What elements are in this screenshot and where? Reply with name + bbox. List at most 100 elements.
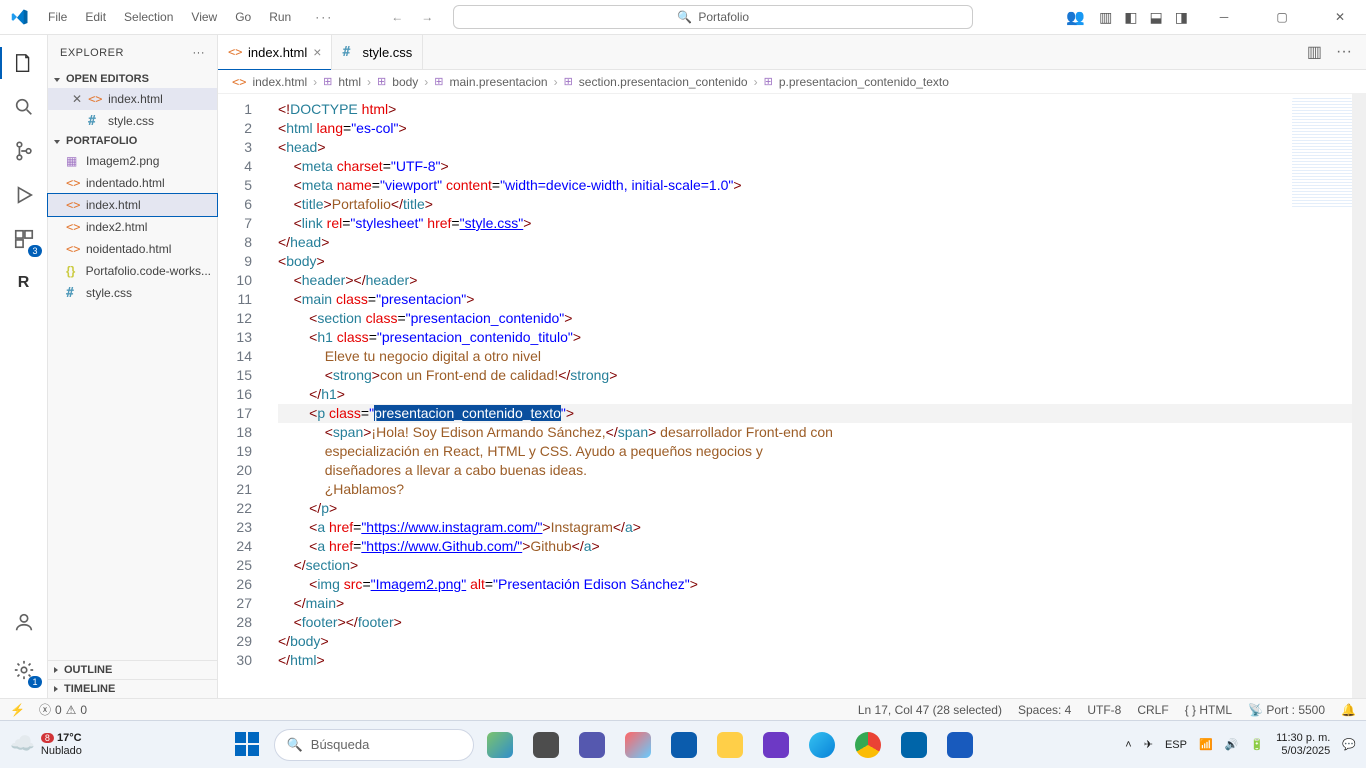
breadcrumb[interactable]: <>index.html ›⊞html ›⊞body ›⊞main.presen… — [218, 70, 1366, 94]
menu-run[interactable]: Run — [261, 6, 299, 28]
activity-r-icon[interactable]: R — [0, 261, 48, 305]
minimap[interactable] — [1292, 98, 1352, 208]
layout-sidebar-right-icon[interactable]: ◨ — [1175, 9, 1188, 26]
scrollbar-vertical[interactable] — [1352, 94, 1366, 698]
html-file-icon: <> — [88, 92, 102, 106]
activity-settings-icon[interactable]: 1 — [0, 648, 48, 692]
menu-selection[interactable]: Selection — [116, 6, 181, 28]
html-file-icon: <> — [66, 176, 80, 190]
nav-back-icon[interactable]: ← — [391, 10, 403, 24]
window-close-icon[interactable]: ✕ — [1318, 0, 1362, 35]
timeline-header[interactable]: TIMELINE — [48, 679, 217, 698]
activity-extensions-icon[interactable]: 3 — [0, 217, 48, 261]
taskbar-word[interactable] — [940, 725, 980, 765]
close-icon[interactable]: ✕ — [72, 92, 82, 106]
bc-body[interactable]: body — [392, 75, 418, 89]
tray-language[interactable]: ESP — [1165, 739, 1187, 751]
taskbar-edge[interactable] — [802, 725, 842, 765]
code-content[interactable]: <!DOCTYPE html><html lang="es-col"><head… — [268, 94, 1366, 698]
bc-section[interactable]: section.presentacion_contenido — [579, 75, 748, 89]
taskbar-search[interactable]: 🔍Búsqueda — [274, 729, 474, 761]
tray-location-icon[interactable]: ✈ — [1144, 738, 1153, 751]
bc-html[interactable]: html — [338, 75, 361, 89]
file-workspace[interactable]: {}Portafolio.code-works... — [48, 260, 217, 282]
taskbar-weather[interactable]: ☁️ 8 17°CNublado — [10, 732, 82, 758]
tag-icon: ⊞ — [434, 75, 443, 88]
remote-icon[interactable]: ⚡ — [10, 703, 25, 717]
file-stylecss[interactable]: #style.css — [48, 282, 217, 304]
tray-overflow-icon[interactable]: ˄ — [1125, 739, 1131, 751]
tray-notifications-icon[interactable]: 💬 — [1342, 738, 1356, 751]
open-editor-style[interactable]: #style.css — [48, 110, 217, 132]
taskbar-fileexplorer[interactable] — [710, 725, 750, 765]
cursor-position[interactable]: Ln 17, Col 47 (28 selected) — [858, 703, 1002, 717]
nav-fwd-icon[interactable]: → — [421, 10, 433, 24]
menu-bar: File Edit Selection View Go Run ··· — [40, 6, 341, 28]
menu-view[interactable]: View — [183, 6, 225, 28]
language-mode[interactable]: { } HTML — [1185, 703, 1232, 717]
editor-group: <>index.html× #style.css ▥ ··· <>index.h… — [218, 35, 1366, 698]
tray-clock[interactable]: 11:30 p. m.5/03/2025 — [1276, 732, 1330, 758]
bc-file[interactable]: index.html — [252, 75, 307, 89]
live-server-port[interactable]: 📡 Port : 5500 — [1248, 703, 1325, 717]
activity-bar: 3 R 1 — [0, 35, 48, 698]
menu-file[interactable]: File — [40, 6, 75, 28]
layout-panel-icon[interactable]: ⬓ — [1150, 9, 1163, 26]
file-imagem2[interactable]: ▦Imagem2.png — [48, 150, 217, 172]
tag-icon: ⊞ — [377, 75, 386, 88]
bc-main[interactable]: main.presentacion — [450, 75, 548, 89]
command-center[interactable]: 🔍 Portafolio — [453, 5, 973, 29]
outline-header[interactable]: OUTLINE — [48, 660, 217, 679]
problems[interactable]: ⓧ0 ⚠0 — [39, 701, 87, 718]
image-file-icon: ▦ — [66, 154, 80, 168]
code-editor[interactable]: 1234567891011121314151617181920212223242… — [218, 94, 1366, 698]
eol[interactable]: CRLF — [1137, 703, 1168, 717]
taskbar-app-2[interactable] — [756, 725, 796, 765]
notifications-icon[interactable]: 🔔 — [1341, 703, 1356, 717]
file-indentado[interactable]: <>indentado.html — [48, 172, 217, 194]
split-editor-icon[interactable]: ▥ — [1307, 42, 1322, 62]
folder-header[interactable]: PORTAFOLIO — [48, 132, 217, 150]
encoding[interactable]: UTF-8 — [1087, 703, 1121, 717]
bc-p[interactable]: p.presentacion_contenido_texto — [779, 75, 949, 89]
editor-more-icon[interactable]: ··· — [1336, 43, 1352, 61]
window-maximize-icon[interactable]: ▢ — [1260, 0, 1304, 35]
activity-scm-icon[interactable] — [0, 129, 48, 173]
file-noidentado[interactable]: <>noidentado.html — [48, 238, 217, 260]
activity-debug-icon[interactable] — [0, 173, 48, 217]
window-minimize-icon[interactable]: ─ — [1202, 0, 1246, 35]
tab-style[interactable]: #style.css — [332, 35, 423, 69]
tag-icon: ⊞ — [564, 75, 573, 88]
open-editor-index[interactable]: ✕<>index.html — [48, 88, 217, 110]
taskbar-copilot[interactable] — [618, 725, 658, 765]
indentation[interactable]: Spaces: 4 — [1018, 703, 1071, 717]
vscode-logo-icon — [0, 8, 40, 26]
activity-account-icon[interactable] — [0, 600, 48, 644]
start-button[interactable] — [228, 725, 268, 765]
copilot-icon[interactable]: 👥 — [1066, 8, 1085, 26]
taskbar-vscode[interactable] — [894, 725, 934, 765]
taskbar-chrome[interactable] — [848, 725, 888, 765]
menu-go[interactable]: Go — [227, 6, 259, 28]
taskbar-teams[interactable] — [572, 725, 612, 765]
tray-battery-icon[interactable]: 🔋 — [1250, 738, 1264, 751]
taskbar-taskview[interactable] — [526, 725, 566, 765]
tray-wifi-icon[interactable]: 📶 — [1199, 738, 1213, 751]
layout-sidebar-left-icon[interactable]: ◧ — [1124, 9, 1137, 26]
taskbar-app-1[interactable] — [480, 725, 520, 765]
taskbar-store[interactable] — [664, 725, 704, 765]
warnings-icon: ⚠ — [66, 703, 77, 717]
sidebar-actions-icon[interactable]: ··· — [193, 47, 206, 59]
tray-volume-icon[interactable]: 🔊 — [1225, 738, 1239, 751]
menu-more-icon[interactable]: ··· — [307, 6, 341, 28]
file-index2[interactable]: <>index2.html — [48, 216, 217, 238]
close-icon[interactable]: × — [313, 44, 321, 60]
file-index[interactable]: <>index.html — [48, 194, 217, 216]
layout-custom-icon[interactable]: ▥ — [1099, 9, 1112, 26]
tab-index[interactable]: <>index.html× — [218, 35, 332, 69]
menu-edit[interactable]: Edit — [77, 6, 114, 28]
system-tray: ˄ ✈ ESP 📶 🔊 🔋 11:30 p. m.5/03/2025 💬 — [1125, 732, 1356, 758]
activity-explorer-icon[interactable] — [0, 41, 48, 85]
open-editors-header[interactable]: OPEN EDITORS — [48, 70, 217, 88]
activity-search-icon[interactable] — [0, 85, 48, 129]
